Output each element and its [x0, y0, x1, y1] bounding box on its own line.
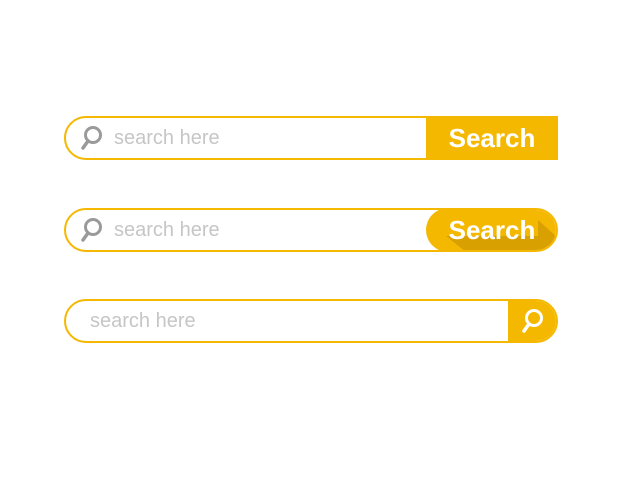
search-icon: [81, 126, 102, 150]
search-bar-square: search here Search: [64, 116, 558, 160]
search-button[interactable]: Search: [426, 210, 556, 250]
search-icon-button[interactable]: [508, 301, 556, 341]
search-button[interactable]: Search: [426, 118, 556, 158]
search-input[interactable]: search here: [114, 210, 220, 250]
search-bar-rounded: search here Search: [64, 208, 558, 252]
search-placeholder: search here: [114, 126, 220, 149]
search-button-label: Search: [448, 214, 536, 245]
search-input[interactable]: search here: [114, 118, 220, 158]
search-placeholder: search here: [90, 309, 196, 332]
search-icon: [522, 309, 543, 333]
search-input[interactable]: search here: [90, 301, 196, 341]
search-bar-icon-button: search here: [64, 299, 558, 343]
search-placeholder: search here: [114, 218, 220, 241]
search-icon: [81, 218, 102, 242]
search-button-label: Search: [448, 122, 536, 153]
